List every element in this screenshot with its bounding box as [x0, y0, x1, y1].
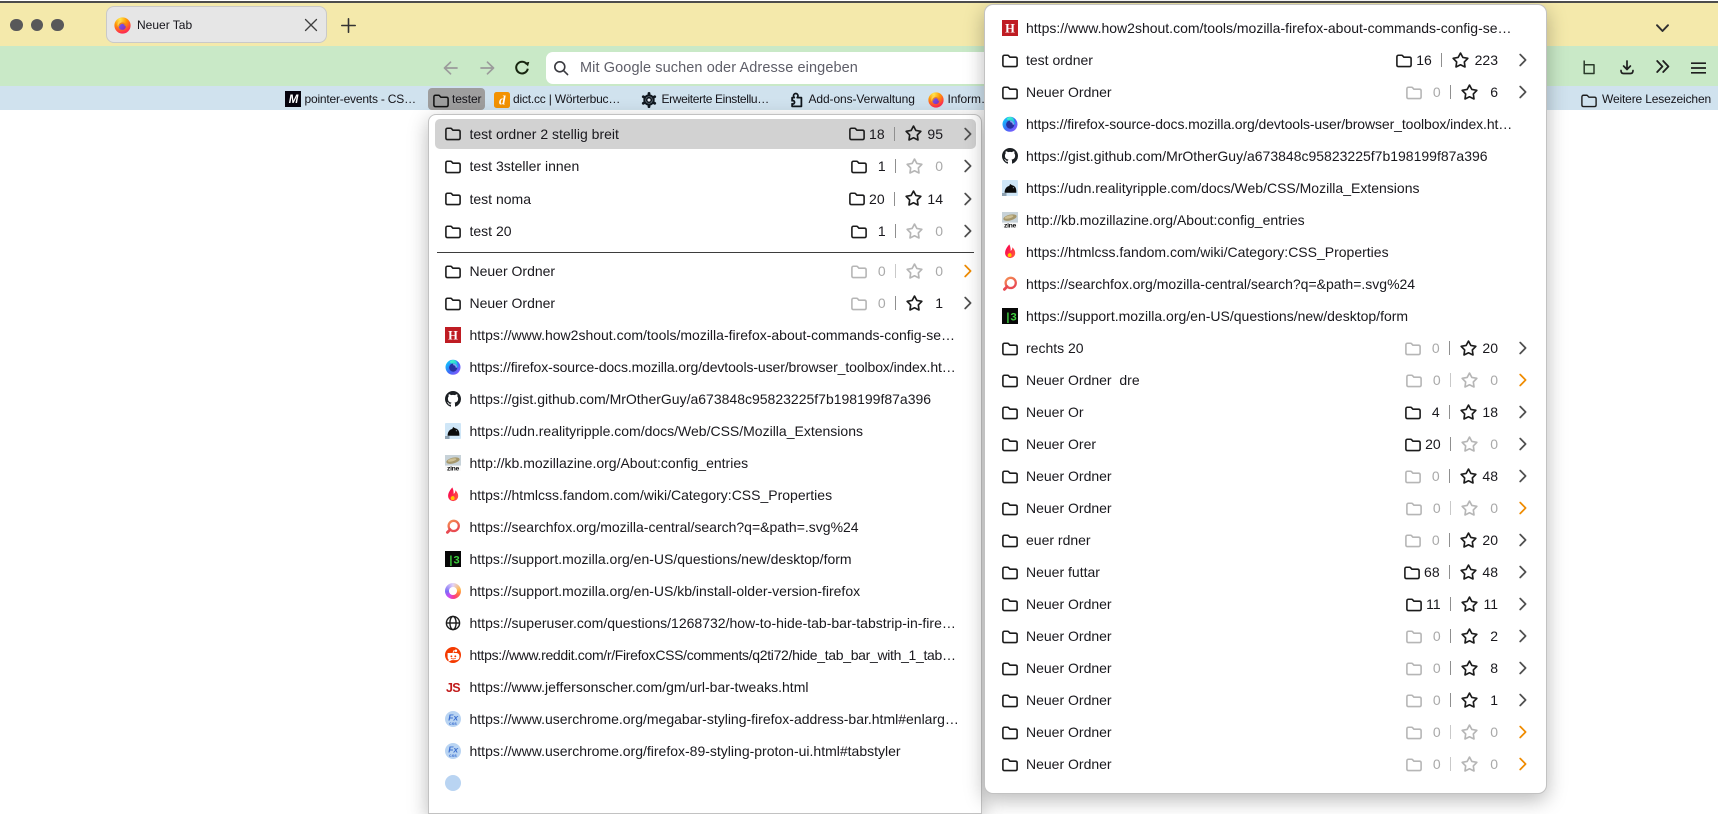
svg-text:zine: zine — [1003, 223, 1016, 228]
svg-text:H: H — [448, 328, 458, 342]
svg-text:M: M — [289, 94, 299, 106]
svg-text:css: css — [449, 721, 457, 726]
svg-text:css: css — [449, 753, 457, 758]
svg-text:H: H — [1005, 21, 1015, 35]
svg-text:|3: |3 — [1004, 312, 1017, 324]
svg-text:zine: zine — [447, 466, 460, 471]
svg-text:d: d — [499, 92, 506, 107]
svg-text:|3: |3 — [448, 555, 461, 567]
svg-text:JS: JS — [446, 681, 460, 695]
